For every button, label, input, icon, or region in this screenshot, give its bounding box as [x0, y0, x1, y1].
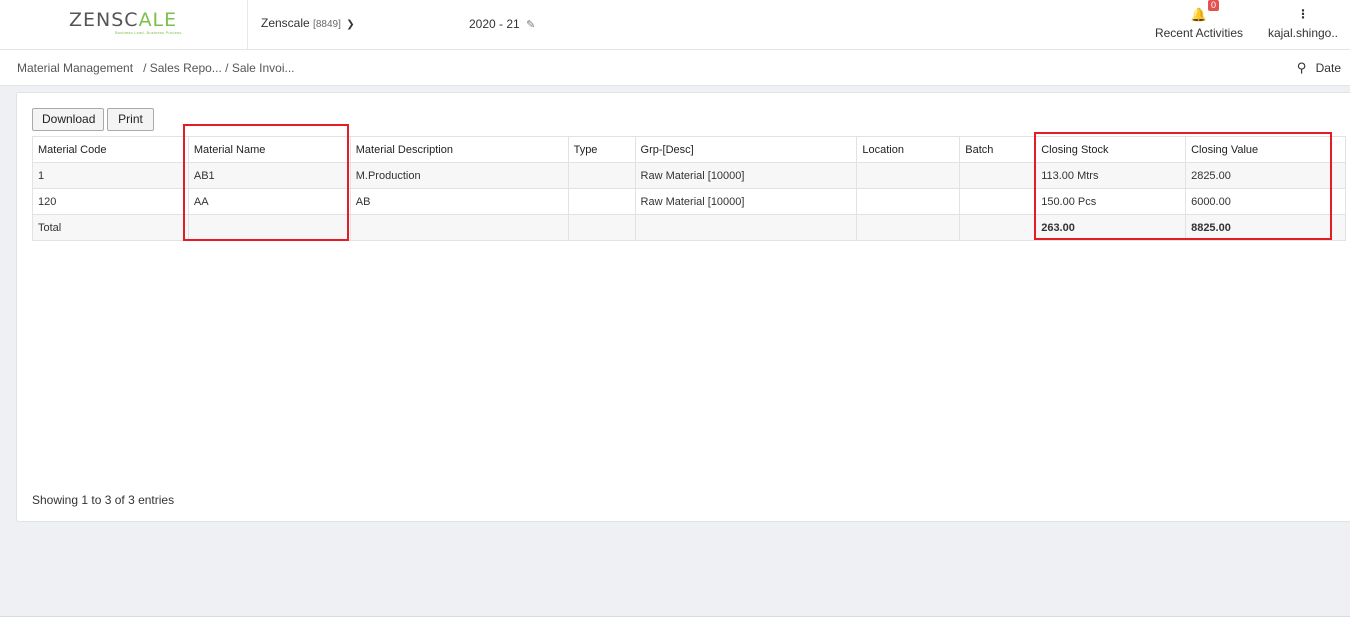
recent-activities-button[interactable]: 🔔 0 Recent Activities [1150, 0, 1248, 40]
breadcrumb-separator: / [225, 61, 232, 75]
column-header-type[interactable]: Type [567, 136, 636, 163]
cell-closing-value: 2825.00 [1185, 162, 1346, 189]
total-label: Total [32, 214, 189, 241]
username-label: kajal.shingo.. [1267, 26, 1339, 40]
entries-info: Showing 1 to 3 of 3 entries [32, 493, 175, 507]
notification-badge: 0 [1208, 0, 1220, 11]
cell-location [856, 188, 961, 215]
table-header-row: Material Code Material Name Material Des… [32, 136, 1346, 163]
cell-empty [634, 214, 858, 241]
column-header-closing-value[interactable]: Closing Value [1185, 136, 1346, 163]
download-button[interactable]: Download [32, 108, 104, 131]
user-menu[interactable]: ⋮ kajal.shingo.. [1266, 6, 1340, 40]
cell-batch [959, 188, 1037, 215]
logo-area[interactable]: ZENSCALE Business Lead. Business Process… [0, 0, 248, 50]
cell-type [567, 188, 636, 215]
cell-location [856, 162, 961, 189]
company-code: [8849] [313, 19, 341, 30]
total-closing-stock: 263.00 [1035, 214, 1187, 241]
date-filter-button[interactable]: ⚲ Date [1297, 60, 1341, 76]
total-closing-value: 8825.00 [1185, 214, 1346, 241]
column-header-closing-stock[interactable]: Closing Stock [1035, 136, 1187, 163]
table-total-row: Total 263.00 8825.00 [32, 214, 1346, 241]
column-header-batch[interactable]: Batch [959, 136, 1037, 163]
report-panel: Download Print Material Code Material Na… [16, 92, 1350, 522]
column-header-material-name[interactable]: Material Name [187, 136, 351, 163]
breadcrumb-separator: / [136, 61, 150, 75]
year-label: 2020 - 21 [469, 17, 520, 31]
cell-material-code: 120 [32, 188, 189, 215]
breadcrumb-item-sale-invoice[interactable]: Sale Invoi... [232, 61, 295, 75]
closing-stock-table: Material Code Material Name Material Des… [32, 136, 1346, 241]
search-icon: ⚲ [1296, 60, 1307, 75]
zenscale-logo[interactable]: ZENSCALE [69, 9, 177, 31]
table-row: 120 AA AB Raw Material [10000] 150.00 Pc… [32, 188, 1346, 215]
recent-activities-label: Recent Activities [1154, 26, 1244, 40]
breadcrumb: Material Management / Sales Repo... / Sa… [17, 61, 295, 75]
cell-group: Raw Material [10000] [634, 188, 858, 215]
cell-batch [959, 162, 1037, 189]
date-filter-label: Date [1315, 61, 1341, 75]
cell-closing-stock: 150.00 Pcs [1035, 188, 1187, 215]
column-header-material-code[interactable]: Material Code [32, 136, 189, 163]
breadcrumb-item-material-management[interactable]: Material Management [17, 61, 133, 75]
financial-year: 2020 - 21 ✎ [469, 17, 535, 31]
cell-material-description: M.Production [349, 162, 569, 189]
company-name: Zenscale [261, 16, 310, 30]
cell-type [567, 162, 636, 189]
company-selector[interactable]: Zenscale [8849] ❯ [261, 16, 355, 30]
cell-closing-stock: 113.00 Mtrs [1035, 162, 1187, 189]
chevron-down-icon: ❯ [346, 19, 355, 30]
cell-material-code: 1 [32, 162, 189, 189]
cell-material-name: AB1 [187, 162, 351, 189]
top-bar: ZENSCALE Business Lead. Business Process… [0, 0, 1350, 50]
cell-empty [856, 214, 961, 241]
column-header-location[interactable]: Location [856, 136, 961, 163]
edit-icon[interactable]: ✎ [526, 19, 535, 31]
cell-empty [959, 214, 1037, 241]
cell-material-description: AB [349, 188, 569, 215]
breadcrumb-item-sales-report[interactable]: Sales Repo... [150, 61, 222, 75]
page-footer [0, 616, 1350, 623]
cell-empty [349, 214, 569, 241]
cell-empty [187, 214, 351, 241]
print-button[interactable]: Print [107, 108, 154, 131]
column-header-group[interactable]: Grp-[Desc] [634, 136, 858, 163]
cell-closing-value: 6000.00 [1185, 188, 1346, 215]
table-row: 1 AB1 M.Production Raw Material [10000] … [32, 162, 1346, 189]
kebab-menu-icon: ⋮ [1297, 7, 1309, 21]
cell-group: Raw Material [10000] [634, 162, 858, 189]
bell-icon: 🔔 [1190, 7, 1208, 22]
sub-header: Material Management / Sales Repo... / Sa… [0, 50, 1350, 86]
logo-tagline: Business Lead. Business Process. [115, 30, 183, 35]
column-header-material-description[interactable]: Material Description [349, 136, 569, 163]
cell-material-name: AA [187, 188, 351, 215]
cell-empty [567, 214, 636, 241]
